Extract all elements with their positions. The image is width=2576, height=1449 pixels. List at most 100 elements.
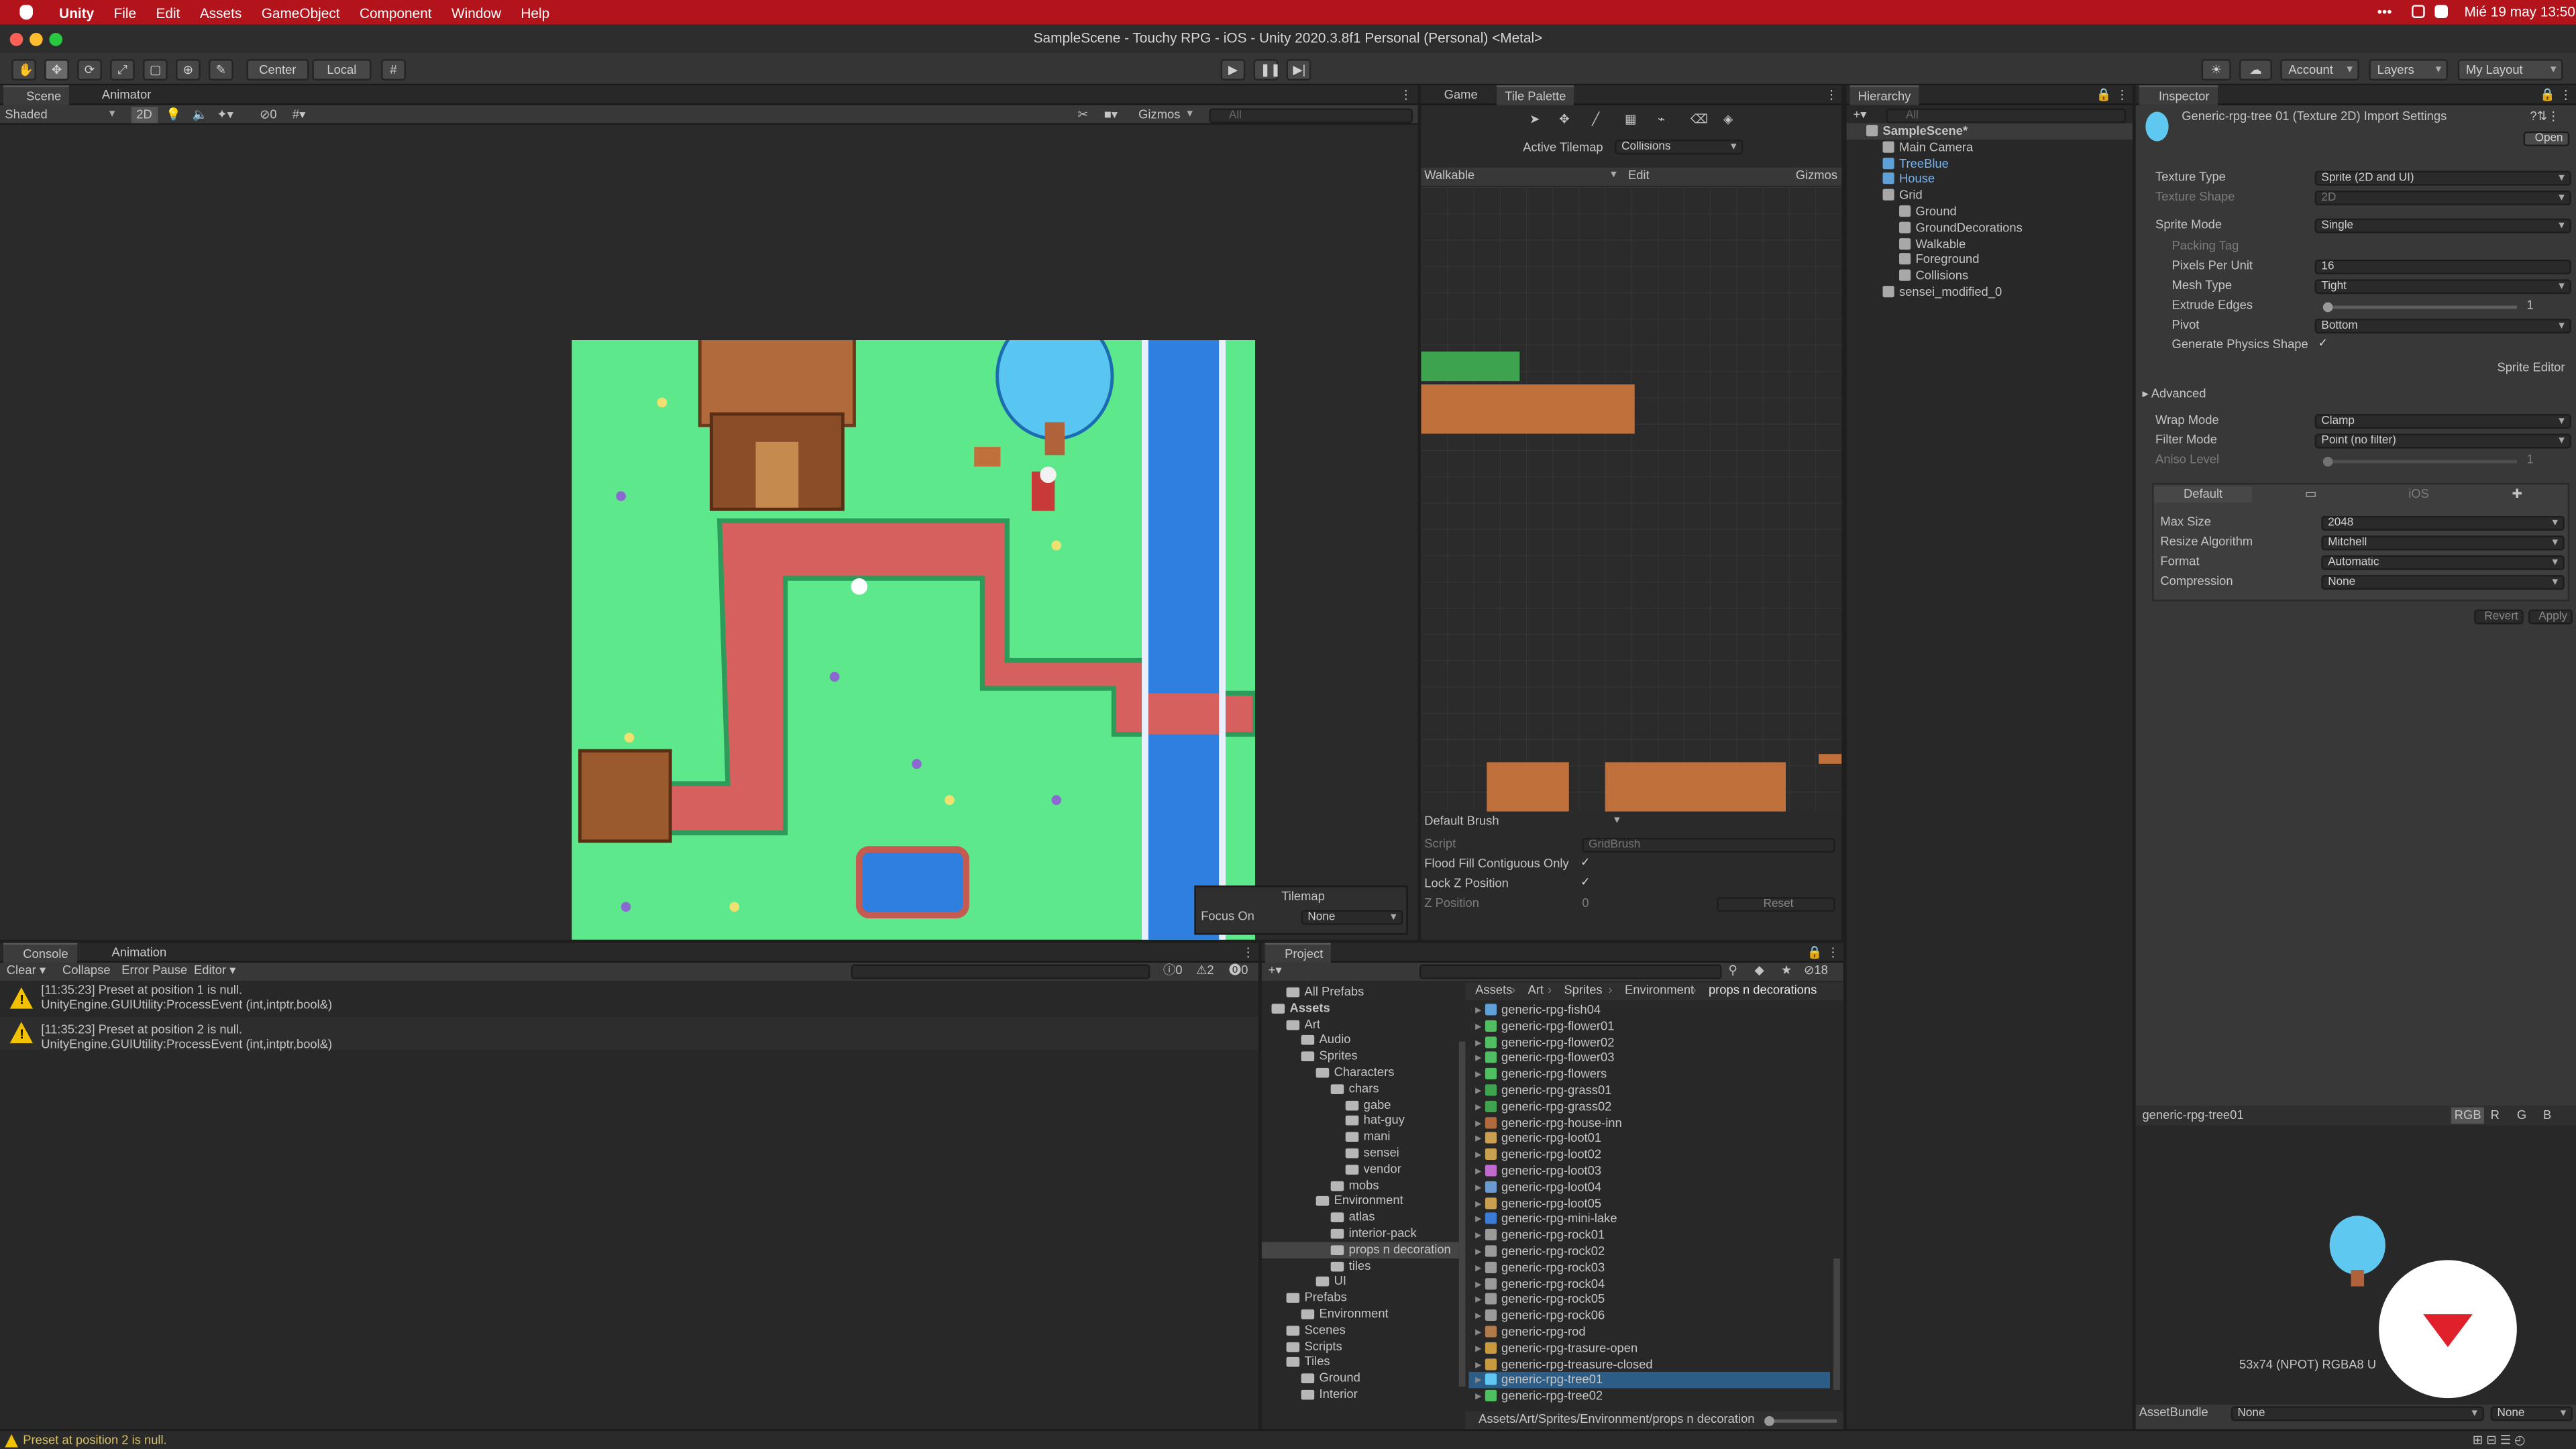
audio-icon[interactable]: 🔈 <box>193 107 208 123</box>
folder-tree-item[interactable]: Tiles <box>1262 1354 1459 1371</box>
pause-button[interactable]: ❚❚ <box>1253 59 1281 81</box>
console-search-input[interactable] <box>851 964 1150 979</box>
breadcrumb-current[interactable]: props n decorations <box>1709 982 1817 998</box>
active-tilemap-dropdown[interactable]: Collisions <box>1615 140 1743 155</box>
status-icons[interactable]: ⊞ ⊟ ☰ ◴ <box>2473 1433 2526 1449</box>
project-search-input[interactable] <box>1419 964 1722 979</box>
sprite-mode-dropdown[interactable]: Single <box>2314 218 2571 233</box>
apply-button[interactable]: Apply <box>2528 609 2573 625</box>
asset-item[interactable]: ▸ generic-rpg-rock05 <box>1468 1292 1830 1308</box>
lock-icon[interactable]: 🔒 <box>2540 87 2555 103</box>
move-tool-button[interactable]: ✥ <box>44 59 69 81</box>
panel-menu-icon[interactable]: ⋮ <box>2560 87 2572 103</box>
folder-tree-item[interactable]: Sprites <box>1262 1049 1459 1065</box>
tools-icon[interactable]: ✂ <box>1078 107 1088 123</box>
clear-button[interactable]: Clear ▾ <box>7 963 46 979</box>
tab-console[interactable]: Console <box>3 943 76 963</box>
max-size-dropdown[interactable]: 2048 <box>2321 515 2565 531</box>
channel-r[interactable]: R <box>2491 1108 2500 1124</box>
help-icon[interactable]: ?⇅⋮ <box>2530 109 2559 125</box>
asset-item[interactable]: ▸ generic-rpg-grass01 <box>1468 1083 1830 1099</box>
folder-tree-item[interactable]: Ground <box>1262 1371 1459 1387</box>
folder-tree-item[interactable]: Prefabs <box>1262 1290 1459 1306</box>
expand-arrow-icon[interactable]: ▸ <box>1475 1356 1485 1371</box>
advanced-foldout[interactable]: ▸ Advanced <box>2142 386 2206 402</box>
asset-item[interactable]: ▸ generic-rpg-loot01 <box>1468 1131 1830 1147</box>
asset-list-scrollbar[interactable] <box>1833 1258 1840 1390</box>
asset-item[interactable]: ▸ generic-rpg-flower01 <box>1468 1018 1830 1034</box>
folder-tree-item[interactable]: Environment <box>1262 1193 1459 1210</box>
shading-mode-dropdown[interactable]: Shaded <box>5 107 119 123</box>
asset-item[interactable]: ▸ generic-rpg-flower02 <box>1468 1034 1830 1051</box>
panel-menu-icon[interactable]: ⋮ <box>2116 87 2128 103</box>
brush-dropdown[interactable]: Default Brush <box>1424 813 1625 829</box>
panel-menu-icon[interactable]: ⋮ <box>1242 945 1254 961</box>
grid-toggle-icon[interactable]: #▾ <box>292 107 305 123</box>
hierarchy-item[interactable]: Collisions <box>1847 268 2133 284</box>
asset-item[interactable]: ▸ generic-rpg-loot03 <box>1468 1163 1830 1179</box>
asset-item[interactable]: ▸ generic-rpg-mini-lake <box>1468 1212 1830 1228</box>
search-by-label-icon[interactable]: ◆ <box>1755 963 1764 979</box>
play-button[interactable]: ▶ <box>1220 59 1246 81</box>
expand-arrow-icon[interactable]: ▸ <box>1475 1373 1485 1387</box>
asset-item[interactable]: ▸ generic-rpg-rock02 <box>1468 1244 1830 1260</box>
box-fill-icon[interactable]: ▦ <box>1625 112 1636 128</box>
folder-tree-item[interactable]: mani <box>1262 1129 1459 1145</box>
asset-item[interactable]: ▸ generic-rpg-trasure-open <box>1468 1340 1830 1356</box>
assetbundle-dropdown[interactable]: None <box>2231 1406 2484 1421</box>
palette-gizmos-button[interactable]: Gizmos <box>1796 168 1837 184</box>
select-tool-icon[interactable]: ➤ <box>1529 112 1540 128</box>
extrude-slider-knob[interactable] <box>2322 302 2333 313</box>
breadcrumb-environment[interactable]: Environment <box>1625 982 1694 998</box>
hierarchy-item[interactable]: GroundDecorations <box>1847 220 2133 236</box>
folder-tree-item[interactable]: interior-pack <box>1262 1226 1459 1242</box>
move-tool-icon[interactable]: ✥ <box>1559 112 1569 128</box>
ppu-input[interactable]: 16 <box>2314 259 2571 274</box>
asset-item[interactable]: ▸ generic-rpg-loot04 <box>1468 1179 1830 1195</box>
expand-arrow-icon[interactable]: ▸ <box>1475 1179 1485 1194</box>
collab-icon[interactable]: ☀ <box>2201 59 2231 81</box>
asset-item[interactable]: ▸ generic-rpg-rock03 <box>1468 1260 1830 1276</box>
assetbundle-variant-dropdown[interactable]: None <box>2490 1406 2573 1421</box>
lock-icon[interactable]: 🔒 <box>1807 945 1823 961</box>
expand-arrow-icon[interactable]: ▸ <box>1475 1147 1485 1162</box>
wrap-mode-dropdown[interactable]: Clamp <box>2314 414 2571 429</box>
resize-algorithm-dropdown[interactable]: Mitchell <box>2321 535 2565 551</box>
apple-icon[interactable] <box>19 5 33 20</box>
expand-arrow-icon[interactable]: ▸ <box>1475 1034 1485 1049</box>
expand-arrow-icon[interactable]: ▸ <box>1475 1324 1485 1339</box>
hierarchy-item[interactable]: Main Camera <box>1847 140 2133 156</box>
lighting-icon[interactable]: 💡 <box>166 107 181 123</box>
asset-item[interactable]: ▸ generic-rpg-rod <box>1468 1324 1830 1340</box>
palette-dropdown[interactable]: Walkable <box>1424 168 1621 184</box>
hierarchy-item[interactable]: SampleScene* <box>1846 123 2133 140</box>
asset-item[interactable]: ▸ generic-rpg-tree02 <box>1468 1389 1830 1405</box>
menu-file[interactable]: File <box>114 4 137 20</box>
tab-animator[interactable]: Animator <box>102 85 152 105</box>
expand-arrow-icon[interactable]: ▸ <box>1475 1002 1485 1017</box>
folder-tree-item[interactable]: gabe <box>1262 1097 1459 1113</box>
console-log-row[interactable]: ! [11:35:23] Preset at position 2 is nul… <box>0 1016 1258 1051</box>
scale-tool-button[interactable]: ⤢ <box>110 59 135 81</box>
extrude-edges-value[interactable]: 1 <box>2527 297 2534 313</box>
scene-search-input[interactable]: All <box>1209 108 1413 123</box>
breadcrumb-sprites[interactable]: Sprites <box>1564 982 1602 998</box>
breadcrumb-assets[interactable]: Assets <box>1475 982 1512 998</box>
expand-arrow-icon[interactable]: ▸ <box>1475 1212 1485 1226</box>
platform-tab-ios[interactable]: iOS <box>2408 486 2429 502</box>
folder-tree-item[interactable]: All Prefabs <box>1262 984 1459 1000</box>
expand-arrow-icon[interactable]: ▸ <box>1475 1067 1485 1081</box>
folder-tree-item[interactable]: hat-guy <box>1262 1113 1459 1129</box>
channel-b[interactable]: B <box>2543 1108 2551 1124</box>
pivot-dropdown[interactable]: Bottom <box>2314 319 2571 334</box>
tab-scene[interactable]: Scene <box>3 85 70 105</box>
expand-arrow-icon[interactable]: ▸ <box>1475 1083 1485 1097</box>
z-position-value[interactable]: 0 <box>1582 896 1589 912</box>
tab-inspector[interactable]: Inspector <box>2139 85 2218 105</box>
platform-tab-default[interactable]: Default <box>2153 486 2253 503</box>
extrude-edges-slider[interactable] <box>2322 302 2517 313</box>
eraser-tool-icon[interactable]: ⌫ <box>1690 112 1708 128</box>
control-center-icon[interactable] <box>2434 5 2448 18</box>
reset-button[interactable]: Reset <box>1717 897 1835 912</box>
lock-z-checkbox[interactable]: ✓ <box>1578 877 1592 891</box>
